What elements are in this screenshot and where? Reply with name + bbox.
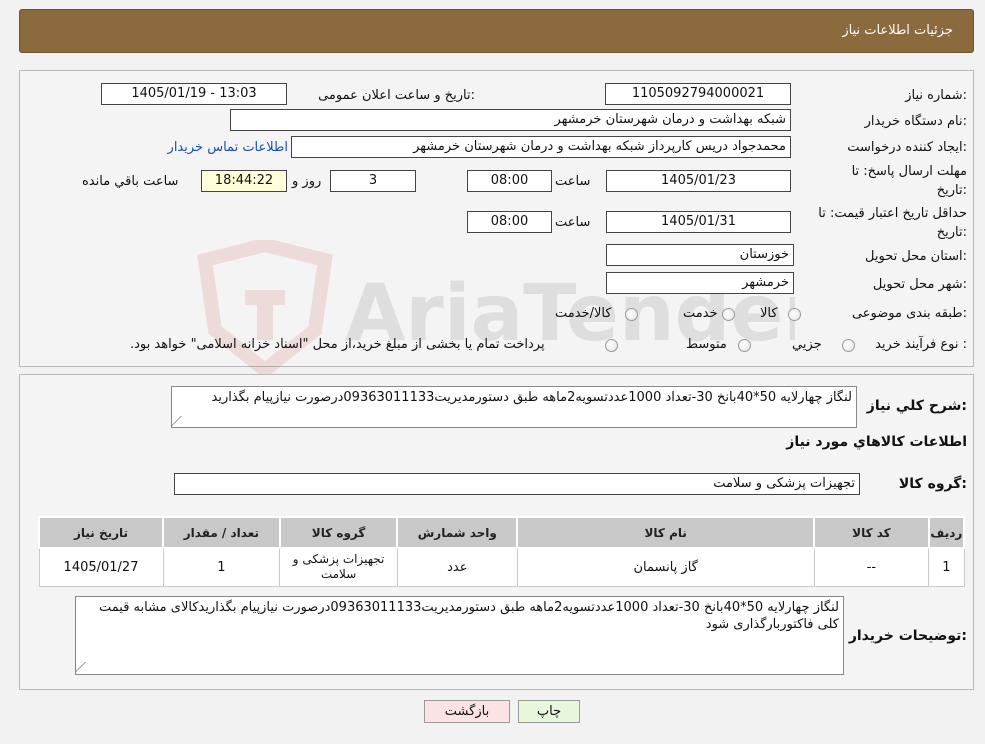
- col-need-date: تاریخ نیاز: [37, 516, 165, 549]
- price-validity-date-field: 1405/01/31: [606, 211, 791, 233]
- category-radio-goods-service[interactable]: [625, 308, 638, 321]
- cell-group: تجهیزات پزشکی و سلامت: [279, 547, 398, 587]
- category-radio-goods[interactable]: [788, 308, 801, 321]
- page-header: جزئیات اطلاعات نیاز: [19, 9, 974, 53]
- description-textarea[interactable]: لنگاز چهارلایه 50*40بانخ 30-تعداد 1000عد…: [171, 386, 857, 428]
- cell-quantity: 1: [162, 547, 281, 587]
- col-group: گروه کالا: [278, 516, 399, 549]
- deadline-label-date: تاریخ:: [936, 183, 967, 198]
- col-item-code: کد کالا: [813, 516, 930, 549]
- deadline-time-field: 08:00: [467, 170, 552, 192]
- process-radio-medium[interactable]: [738, 339, 751, 352]
- cell-item-code: --: [813, 547, 930, 587]
- goods-group-field: تجهیزات پزشکی و سلامت: [174, 473, 860, 495]
- remaining-time-field: 18:44:22: [201, 170, 287, 192]
- col-quantity: تعداد / مقدار: [162, 516, 281, 549]
- buyer-org-label: نام دستگاه خریدار:: [864, 114, 967, 129]
- goods-table: رديف کد کالا نام کالا واحد شمارش گروه کا…: [37, 516, 966, 587]
- process-option-medium: متوسط: [686, 337, 727, 352]
- buyer-org-field: شبکه بهداشت و درمان شهرستان خرمشهر: [230, 109, 791, 131]
- deadline-label: مهلت ارسال پاسخ: تا: [851, 164, 967, 179]
- creator-field: محمدجواد دریس کارپرداز شبکه بهداشت و درم…: [291, 136, 791, 158]
- remaining-time-label: ساعت باقي مانده: [82, 174, 179, 189]
- table-row: 1 -- گاز پانسمان عدد تجهیزات پزشکی و سلا…: [38, 547, 965, 587]
- process-radio-treasury[interactable]: [605, 339, 618, 352]
- col-row-number: رديف: [927, 516, 966, 549]
- buyer-contact-link[interactable]: اطلاعات تماس خریدار: [168, 140, 288, 155]
- category-option-goods: کالا: [760, 306, 778, 321]
- city-field: خرمشهر: [606, 272, 794, 294]
- process-radio-minor[interactable]: [842, 339, 855, 352]
- buyer-notes-textarea[interactable]: لنگاز چهارلایه 50*40بانخ 30-تعداد 1000عد…: [75, 596, 844, 675]
- province-field: خوزستان: [606, 244, 794, 266]
- deadline-date-field: 1405/01/23: [606, 170, 791, 192]
- cell-item-name: گاز پانسمان: [516, 547, 815, 587]
- province-label: استان محل تحویل:: [865, 249, 967, 264]
- category-radio-service[interactable]: [722, 308, 735, 321]
- announce-datetime-label: تاریخ و ساعت اعلان عمومی:: [318, 88, 475, 103]
- goods-group-label: گروه کالا:: [898, 476, 967, 492]
- cell-row-number: 1: [928, 547, 965, 587]
- goods-table-header: رديف کد کالا نام کالا واحد شمارش گروه کا…: [37, 516, 966, 549]
- city-label: شهر محل تحویل:: [872, 277, 967, 292]
- cell-need-date: 1405/01/27: [38, 547, 164, 587]
- days-label: روز و: [292, 174, 322, 189]
- need-number-label: شماره نیاز:: [905, 88, 967, 103]
- page-title: جزئیات اطلاعات نیاز: [842, 23, 953, 38]
- goods-info-title: اطلاعات کالاهاي مورد نياز: [786, 434, 967, 450]
- back-button[interactable]: بازگشت: [424, 700, 510, 723]
- process-option-minor: جزیي: [792, 337, 822, 352]
- deadline-time-label: ساعت: [555, 174, 591, 189]
- announce-datetime-field: 1405/01/19 - 13:03: [101, 83, 287, 105]
- creator-label: ایجاد کننده درخواست:: [847, 140, 967, 155]
- price-validity-label: حداقل تاریخ اعتبار قیمت: تا: [818, 206, 967, 221]
- description-label: شرح کلي نياز:: [866, 398, 967, 414]
- process-type-label: نوع فرآیند خرید :: [875, 337, 967, 352]
- category-option-goods-service: کالا/خدمت: [555, 306, 612, 321]
- print-button[interactable]: چاپ: [518, 700, 580, 723]
- col-item-name: نام کالا: [516, 516, 816, 549]
- need-number-field: 1105092794000021: [605, 83, 791, 105]
- remaining-days-field: 3: [330, 170, 416, 192]
- buyer-notes-label: توضیحات خریدار:: [848, 628, 967, 644]
- category-label: طبقه بندی موضوعی:: [851, 306, 967, 321]
- cell-unit: عدد: [396, 547, 518, 587]
- col-unit: واحد شمارش: [396, 516, 519, 549]
- price-validity-label-date: تاریخ:: [936, 225, 967, 240]
- price-validity-time-label: ساعت: [555, 215, 591, 230]
- category-option-service: خدمت: [683, 306, 718, 321]
- process-note: پرداخت تمام یا بخشی از مبلغ خرید،از محل …: [130, 337, 545, 352]
- price-validity-time-field: 08:00: [467, 211, 552, 233]
